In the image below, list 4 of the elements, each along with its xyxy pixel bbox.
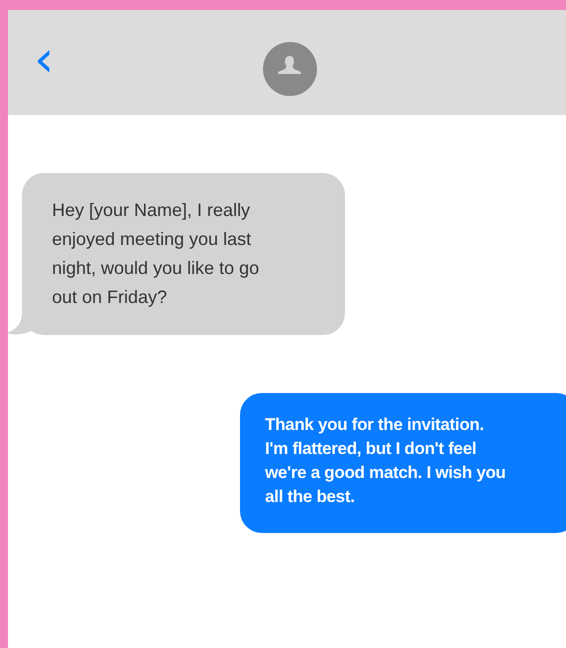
received-message: Hey [your Name], I really enjoyed meeting you last night, would you like to go out on Friday? — [22, 173, 345, 335]
sent-message: Thank you for the invitation. I'm flattered, but I don't feel we're a good match. I wish you all the best. — [240, 393, 566, 533]
avatar-icon — [263, 42, 317, 96]
back-button[interactable]: ‹ — [34, 34, 54, 84]
